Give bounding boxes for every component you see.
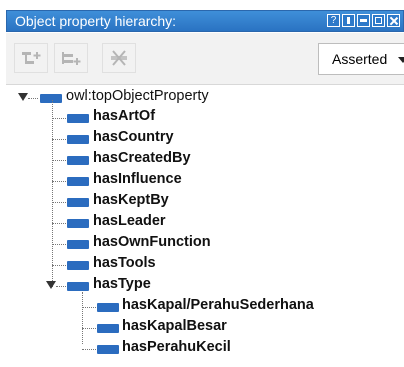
tree-node-hasType[interactable]: hasType — [46, 276, 246, 296]
tree-node-hasKapal-PerahuSederhana[interactable]: hasKapal/PerahuSederhana — [82, 297, 382, 317]
tree-node-label: hasCreatedBy — [93, 150, 191, 166]
tree-node-label: hasCountry — [93, 129, 174, 145]
toolbar: Asserted — [6, 33, 404, 85]
hierarchy-mode-value: Asserted — [332, 51, 388, 67]
tree-node-label: hasInfluence — [93, 171, 182, 187]
expand-toggle-icon[interactable] — [46, 281, 56, 289]
add-sub-property-icon — [22, 52, 41, 64]
panel-title-bar[interactable]: Object property hierarchy: ? — [6, 10, 404, 32]
tree-node-label: hasKeptBy — [93, 192, 169, 208]
tree-node-label: hasLeader — [93, 213, 166, 229]
maximize-button[interactable] — [372, 14, 385, 27]
tree-node-label: hasOwnFunction — [93, 234, 211, 250]
object-property-icon — [67, 219, 89, 228]
pin-button[interactable] — [342, 14, 355, 27]
tree-node-hasPerahuKecil[interactable]: hasPerahuKecil — [82, 339, 382, 359]
object-property-icon — [67, 177, 89, 186]
tree-node-hasCreatedBy[interactable]: hasCreatedBy — [52, 150, 252, 170]
tree-node-label: hasTools — [93, 255, 156, 271]
add-sub-property-button[interactable] — [14, 43, 48, 73]
object-property-icon — [97, 324, 119, 333]
add-sibling-property-icon — [62, 52, 81, 65]
tree-node-label: hasArtOf — [93, 108, 156, 124]
object-property-icon — [40, 94, 62, 103]
tree-node-label: hasPerahuKecil — [122, 339, 231, 355]
object-property-icon — [67, 282, 89, 291]
panel-title: Object property hierarchy: — [15, 13, 177, 29]
expand-toggle-icon[interactable] — [18, 93, 28, 101]
tree-node-label: owl:topObjectProperty — [66, 88, 209, 104]
add-sibling-property-button[interactable] — [54, 43, 88, 73]
object-property-icon — [97, 345, 119, 354]
tree-node-label: hasType — [93, 276, 151, 292]
tree-node-hasLeader[interactable]: hasLeader — [52, 213, 252, 233]
minimize-button[interactable] — [357, 14, 370, 27]
delete-property-icon — [111, 50, 127, 66]
object-property-icon — [67, 240, 89, 249]
object-property-icon — [67, 198, 89, 207]
tree-node-label: hasKapalBesar — [122, 318, 227, 334]
tree-node-hasArtOf[interactable]: hasArtOf — [52, 108, 252, 128]
minimize-icon — [360, 19, 367, 22]
tree-node-hasCountry[interactable]: hasCountry — [52, 129, 252, 149]
tree-node-hasOwnFunction[interactable]: hasOwnFunction — [52, 234, 252, 254]
object-property-icon — [67, 261, 89, 270]
help-button[interactable]: ? — [327, 14, 340, 27]
chevron-down-icon — [398, 57, 404, 63]
tree-node-label: hasKapal/PerahuSederhana — [122, 297, 314, 313]
delete-property-button[interactable] — [102, 43, 136, 73]
object-property-icon — [97, 303, 119, 312]
object-property-icon — [67, 135, 89, 144]
tree-node-hasInfluence[interactable]: hasInfluence — [52, 171, 252, 191]
object-property-hierarchy-panel: Object property hierarchy: ? Asserted ow… — [0, 0, 404, 367]
tree-node-hasKeptBy[interactable]: hasKeptBy — [52, 192, 252, 212]
hierarchy-mode-select[interactable]: Asserted — [318, 43, 404, 75]
close-button[interactable] — [387, 14, 400, 27]
tree-node-hasTools[interactable]: hasTools — [52, 255, 252, 275]
property-tree: owl:topObjectProperty hasArtOf hasCountr… — [0, 86, 404, 367]
tree-node-hasKapalBesar[interactable]: hasKapalBesar — [82, 318, 382, 338]
object-property-icon — [67, 114, 89, 123]
pin-icon — [347, 17, 350, 24]
maximize-icon — [375, 17, 382, 24]
tree-root-node[interactable]: owl:topObjectProperty — [18, 88, 268, 108]
object-property-icon — [67, 156, 89, 165]
help-icon: ? — [330, 15, 337, 26]
